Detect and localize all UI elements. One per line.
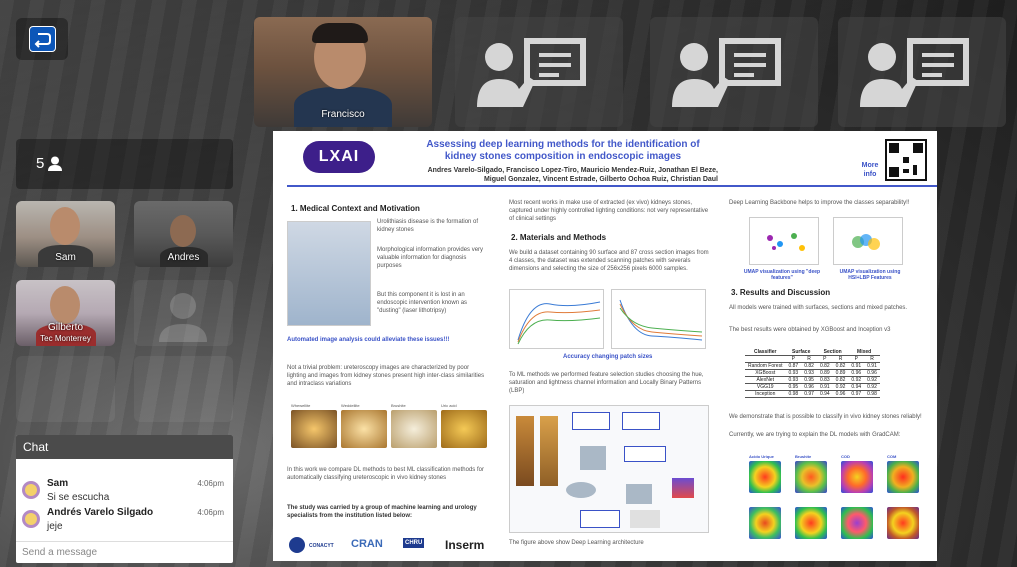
presenter-avatar-icon bbox=[672, 38, 781, 107]
partner-logo: CRAN bbox=[351, 538, 383, 550]
trained-text: All models were trained with surfaces, s… bbox=[729, 305, 908, 311]
poster-authors: Andres Varelo-Silgado, Francisco Lopez-T… bbox=[427, 167, 718, 183]
presenter-avatar-icon bbox=[477, 38, 586, 107]
backbone-text: Deep Learning Backbone helps to improve … bbox=[729, 200, 910, 206]
partner-logos: CONACYT CRAN CHRU Inserm bbox=[287, 535, 492, 557]
results-table: Classifier Surface Section Mixed PRPRPR Ran… bbox=[745, 349, 880, 398]
automated-text: Automated image analysis could alleviate… bbox=[287, 337, 450, 343]
participant-name: Francisco bbox=[321, 109, 365, 120]
person-hair bbox=[312, 23, 368, 43]
partner-logo: CONACYT bbox=[309, 543, 334, 549]
person-shirt bbox=[294, 87, 392, 127]
umap-deep-features bbox=[749, 217, 819, 265]
participant-placeholder-tile bbox=[134, 280, 233, 346]
video-tile-sam[interactable]: Sam bbox=[16, 201, 115, 267]
presenter-avatar-icon bbox=[860, 38, 969, 107]
message-sender: Sam bbox=[47, 478, 69, 489]
return-icon bbox=[29, 26, 56, 52]
chat-message-input[interactable]: Send a message bbox=[16, 541, 233, 563]
section-heading: 1. Medical Context and Motivation bbox=[291, 204, 420, 213]
message-text: jeje bbox=[47, 521, 63, 532]
gradcam-text: Currently, we are trying to explain the … bbox=[729, 432, 901, 438]
table-row: VGG19 0.95 0.96 0.91 0.92 0.94 0.92 bbox=[745, 383, 880, 391]
trivial-text: Not a trivial problem: ureteroscopy imag… bbox=[287, 365, 485, 387]
chat-title: Chat bbox=[16, 435, 233, 459]
accuracy-plot-1 bbox=[509, 289, 604, 349]
chat-panel: Chat Sam Si se escucha 4:06pm Andrés Var… bbox=[16, 435, 233, 563]
partner-logo: CHRU bbox=[403, 538, 425, 548]
message-sender: Andrés Varelo Silgado bbox=[47, 507, 154, 518]
gradcam-grid: Acido Urique Brushite COD COM bbox=[743, 453, 923, 553]
table-row: Inception 0.98 0.97 0.94 0.96 0.97 0.98 bbox=[745, 390, 880, 398]
more-info-label: More info bbox=[861, 162, 879, 178]
gradcam-label: Acido Urique bbox=[749, 454, 774, 459]
question-avatar-icon bbox=[159, 293, 207, 342]
participant-count-value: 5 bbox=[36, 155, 45, 172]
participant-name: Gilberto bbox=[47, 322, 83, 333]
stone-label: Uric acid bbox=[441, 403, 457, 408]
section-heading: 3. Results and Discussion bbox=[731, 288, 831, 297]
dataset-text: We build a dataset containing 90 surface… bbox=[509, 250, 709, 272]
architecture-diagram bbox=[509, 405, 709, 533]
message-text: Si se escucha bbox=[47, 492, 110, 503]
participant-placeholder-tile[interactable] bbox=[650, 17, 818, 127]
demonstrate-text: We demonstrate that is possible to class… bbox=[729, 414, 922, 420]
back-button[interactable] bbox=[16, 18, 68, 60]
stone-images: Whewellite Weddellite Brushite Uric acid bbox=[291, 403, 487, 448]
section-heading: 2. Materials and Methods bbox=[511, 233, 607, 242]
person-face bbox=[50, 286, 80, 324]
lxai-logo: LXAI bbox=[303, 141, 375, 173]
message-time: 4:06pm bbox=[197, 508, 224, 517]
endoscopy-photo bbox=[287, 221, 371, 326]
participant-name: Sam bbox=[55, 252, 76, 263]
video-tile-andres[interactable]: Andres bbox=[134, 201, 233, 267]
participant-placeholder-tile[interactable] bbox=[838, 17, 1006, 127]
gradcam-label: Brushite bbox=[795, 454, 812, 459]
person-face bbox=[170, 215, 196, 247]
university-logo-icon bbox=[289, 537, 305, 553]
umap-caption: UMAP visualization using HSI+LBP Feature… bbox=[839, 269, 901, 281]
person-icon bbox=[48, 156, 62, 171]
table-row: Random Forest 0.87 0.82 0.82 0.82 0.91 0.91 bbox=[745, 362, 880, 370]
stone-label: Weddellite bbox=[341, 403, 360, 408]
video-tile-gilberto[interactable]: Gilberto Tec Monterrey bbox=[16, 280, 115, 346]
participant-placeholder-tile bbox=[16, 356, 115, 422]
accuracy-caption: Accuracy changing patch sizes bbox=[563, 354, 653, 360]
recent-works-text: Most recent works in make use of extract… bbox=[509, 200, 709, 222]
participant-affiliation: Tec Monterrey bbox=[40, 334, 91, 343]
user-avatar-icon bbox=[22, 481, 40, 499]
umap-caption: UMAP visualization using "deep features" bbox=[743, 269, 821, 281]
gradcam-label: COM bbox=[887, 454, 897, 459]
accuracy-plot-2 bbox=[611, 289, 706, 349]
urolithiasis-text: Urolithiasis disease is the formation of… bbox=[377, 219, 479, 233]
stone-label: Brushite bbox=[391, 403, 406, 408]
umap-hsi-lbp bbox=[833, 217, 903, 265]
header-divider bbox=[287, 185, 937, 187]
figure-caption: The figure above show Deep Learning arch… bbox=[509, 540, 644, 546]
ml-methods-text: To ML methods we performed feature selec… bbox=[509, 372, 704, 394]
video-tile-francisco[interactable]: Francisco bbox=[254, 17, 432, 127]
person-face bbox=[50, 207, 80, 245]
partner-logo: Inserm bbox=[445, 538, 485, 552]
study-text: The study was carried by a group of mach… bbox=[287, 505, 477, 519]
compare-text: In this work we compare DL methods to be… bbox=[287, 467, 484, 481]
best-results-text: The best results were obtained by XGBoos… bbox=[729, 327, 891, 333]
user-avatar-icon bbox=[22, 510, 40, 528]
poster-title: Assessing deep learning methods for the … bbox=[426, 139, 700, 162]
shared-screen-poster: LXAI Assessing deep learning methods for… bbox=[273, 131, 937, 561]
dusting-text: But this component it is lost in an endo… bbox=[377, 292, 468, 314]
chat-message: Sam Si se escucha 4:06pm bbox=[22, 478, 229, 508]
message-time: 4:06pm bbox=[197, 479, 224, 488]
participant-placeholder-tile[interactable] bbox=[455, 17, 623, 127]
gradcam-label: COD bbox=[841, 454, 850, 459]
table-row: AlexNet 0.93 0.95 0.83 0.82 0.92 0.92 bbox=[745, 376, 880, 384]
participant-placeholder-tile bbox=[134, 356, 233, 422]
stone-label: Whewellite bbox=[291, 403, 311, 408]
chat-message: Andrés Varelo Silgado jeje 4:06pm bbox=[22, 507, 229, 537]
qr-code-icon bbox=[885, 139, 927, 181]
morphological-text: Morphological information provides very … bbox=[377, 247, 484, 269]
participant-name: Andres bbox=[167, 252, 200, 263]
participant-count[interactable]: 5 bbox=[16, 139, 233, 189]
table-row: XGBoost 0.93 0.93 0.89 0.89 0.96 0.96 bbox=[745, 369, 880, 377]
